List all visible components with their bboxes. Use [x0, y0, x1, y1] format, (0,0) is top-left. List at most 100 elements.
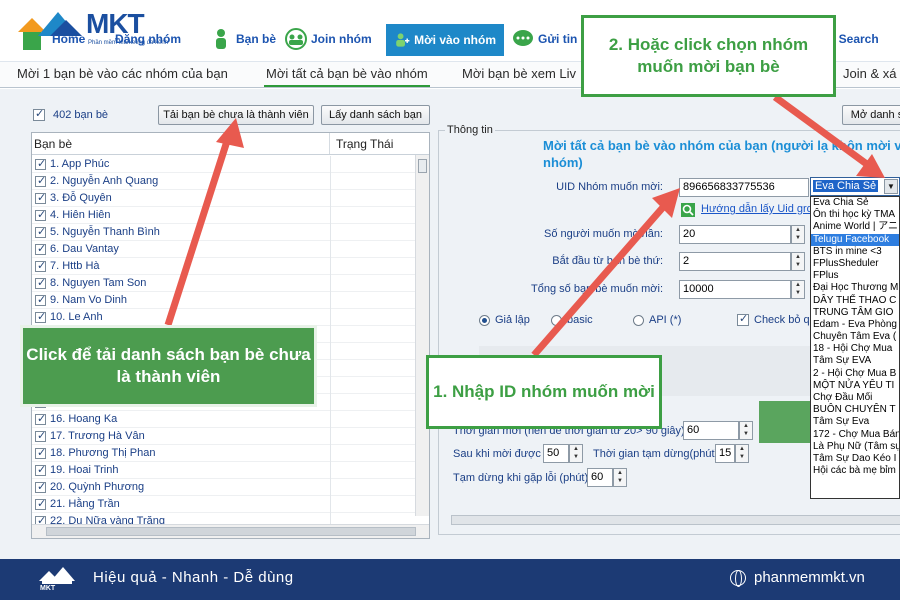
table-row[interactable]: 1. App Phúc	[32, 155, 416, 173]
toolbar-join-nhom[interactable]: Join nhóm	[285, 22, 372, 56]
table-row[interactable]: 9. Nam Vo Dinh	[32, 291, 416, 309]
footer-website[interactable]: phanmemmkt.vn	[730, 569, 865, 587]
dropdown-option[interactable]: BTS in mine <3	[811, 246, 899, 258]
error-pause-input[interactable]: 60	[587, 468, 613, 487]
dropdown-option[interactable]: MỘT NỬA YÊU TI	[811, 380, 899, 392]
error-pause-spinner[interactable]: ▲ ▼	[613, 468, 627, 487]
table-row[interactable]: 17. Trương Hà Vân	[32, 427, 416, 445]
option-gia-lap[interactable]: Giả lập	[479, 314, 530, 326]
row-checkbox[interactable]	[35, 497, 46, 510]
toolbar-moi-vao-nhom[interactable]: Mời vào nhóm	[386, 24, 504, 56]
dropdown-option[interactable]: Hội các bà mẹ bỉm	[811, 465, 899, 477]
after-spinner[interactable]: ▲ ▼	[569, 444, 583, 463]
table-row[interactable]: 10. Le Anh	[32, 308, 416, 326]
count-input[interactable]: 20	[679, 225, 791, 244]
tab-moi-xem-live[interactable]: Mời bạn bè xem Liv	[462, 66, 576, 81]
select-all-checkbox[interactable]	[33, 107, 45, 121]
row-checkbox[interactable]	[35, 480, 46, 493]
dropdown-option[interactable]: Edam - Eva Phòng	[811, 319, 899, 331]
row-checkbox[interactable]	[35, 225, 46, 238]
toolbar-dang-nhom[interactable]: Đăng nhóm	[115, 22, 181, 56]
pause-input[interactable]: 15	[715, 444, 735, 463]
dropdown-option[interactable]: Tâm Sự EVA	[811, 355, 899, 367]
start-input[interactable]: 2	[679, 252, 791, 271]
radio-gia-lap[interactable]	[479, 314, 490, 326]
toolbar-gui-tin[interactable]: Gửi tin	[512, 22, 577, 56]
load-non-member-friends-button[interactable]: Tải bạn bè chưa là thành viên	[158, 105, 314, 125]
row-checkbox[interactable]	[35, 293, 46, 306]
dropdown-option[interactable]: DÂY THỂ THAO C	[811, 295, 899, 307]
total-input[interactable]: 10000	[679, 280, 791, 299]
after-input[interactable]: 50	[543, 444, 569, 463]
option-basic[interactable]: basic	[551, 314, 593, 326]
row-checkbox[interactable]	[35, 208, 46, 221]
table-row[interactable]: 6. Dau Vantay	[32, 240, 416, 258]
dropdown-option[interactable]: BUÔN CHUYÊN T	[811, 404, 899, 416]
dropdown-option[interactable]: Eva Chia Sẻ	[811, 197, 899, 209]
dropdown-option[interactable]: Tâm Sự Eva	[811, 416, 899, 428]
start-spinner[interactable]: ▲ ▼	[791, 252, 805, 271]
dropdown-option[interactable]: Telugu Facebook	[811, 233, 899, 246]
row-checkbox[interactable]	[35, 157, 46, 170]
column-header-friend[interactable]: Bạn bè	[32, 133, 330, 154]
row-checkbox[interactable]	[35, 463, 46, 476]
toolbar-ban-be[interactable]: Bạn bè	[210, 22, 276, 56]
open-list-button[interactable]: Mở danh s	[842, 105, 900, 125]
table-row[interactable]: 4. Hiên Hiên	[32, 206, 416, 224]
column-header-status[interactable]: Trạng Thái	[330, 133, 416, 154]
h-scroll-thumb[interactable]	[46, 527, 416, 536]
table-row[interactable]: 5. Nguyễn Thanh Bình	[32, 223, 416, 241]
time-input[interactable]: 60	[683, 421, 739, 440]
dropdown-option[interactable]: Tâm Sự Dao Kéo I	[811, 453, 899, 465]
dropdown-option[interactable]: FPlusSheduler	[811, 258, 899, 270]
pause-spinner[interactable]: ▲ ▼	[735, 444, 749, 463]
horizontal-scrollbar[interactable]	[32, 524, 429, 538]
uid-guide-link[interactable]: Hướng dẫn lấy Uid gro	[701, 203, 813, 215]
table-row[interactable]: 8. Nguyen Tam Son	[32, 274, 416, 292]
dropdown-option[interactable]: Đại Học Thương M	[811, 282, 899, 294]
toolbar-home[interactable]: Home	[52, 22, 85, 56]
chevron-down-icon[interactable]: ▼	[884, 179, 898, 194]
dropdown-option[interactable]: FPlus	[811, 270, 899, 282]
table-row[interactable]: 20. Quỳnh Phương	[32, 478, 416, 496]
tab-join-xa[interactable]: Join & xá	[843, 66, 896, 81]
row-checkbox[interactable]	[35, 429, 46, 442]
check-checkbox[interactable]	[737, 312, 749, 326]
row-checkbox[interactable]	[35, 310, 46, 323]
table-row[interactable]: 18. Phương Thị Phan	[32, 444, 416, 462]
row-checkbox[interactable]	[35, 276, 46, 289]
dropdown-option[interactable]: TRUNG TÂM GIO	[811, 307, 899, 319]
dropdown-option[interactable]: Chuyên Tâm Eva (	[811, 331, 899, 343]
group-select[interactable]: Eva Chia Sẻ ▼	[810, 177, 900, 196]
table-row[interactable]: 3. Đỗ Quyên	[32, 189, 416, 207]
tab-moi-1-ban-be[interactable]: Mời 1 bạn bè vào các nhóm của bạn	[17, 66, 228, 81]
dropdown-option[interactable]: Anime World | アニ	[811, 221, 899, 233]
count-spinner[interactable]: ▲ ▼	[791, 225, 805, 244]
row-checkbox[interactable]	[35, 259, 46, 272]
radio-basic[interactable]	[551, 314, 562, 326]
dropdown-option[interactable]: 18 - Hội Chợ Mua	[811, 343, 899, 355]
table-row[interactable]: 19. Hoai Trinh	[32, 461, 416, 479]
table-row[interactable]: 2. Nguyễn Anh Quang	[32, 172, 416, 190]
row-checkbox[interactable]	[35, 446, 46, 459]
time-spinner[interactable]: ▲ ▼	[739, 421, 753, 440]
option-api[interactable]: API (*)	[633, 314, 681, 326]
dropdown-option[interactable]: 2 - Hội Chợ Mua B	[811, 368, 899, 380]
row-checkbox[interactable]	[35, 191, 46, 204]
row-checkbox[interactable]	[35, 412, 46, 425]
table-row[interactable]: 16. Hoang Ka	[32, 410, 416, 428]
scroll-thumb[interactable]	[418, 159, 427, 173]
option-check[interactable]: Check bỏ q	[737, 312, 810, 326]
total-spinner[interactable]: ▲ ▼	[791, 280, 805, 299]
vertical-scrollbar[interactable]	[415, 155, 429, 516]
dropdown-option[interactable]: Là Phụ Nữ (Tâm sự	[811, 441, 899, 453]
uid-input[interactable]: 896656833775536	[679, 178, 809, 197]
row-checkbox[interactable]	[35, 174, 46, 187]
dropdown-option[interactable]: Ôn thi học kỳ TMA	[811, 209, 899, 221]
radio-api[interactable]	[633, 314, 644, 326]
get-friend-list-button[interactable]: Lấy danh sách bạn	[321, 105, 430, 125]
table-row[interactable]: 7. Httb Hà	[32, 257, 416, 275]
dropdown-option[interactable]: Chợ Đầu Mối	[811, 392, 899, 404]
tab-moi-tat-ca[interactable]: Mời tất cả bạn bè vào nhóm	[264, 66, 430, 87]
dropdown-option[interactable]: 172 - Chợ Mua Bán	[811, 429, 899, 441]
